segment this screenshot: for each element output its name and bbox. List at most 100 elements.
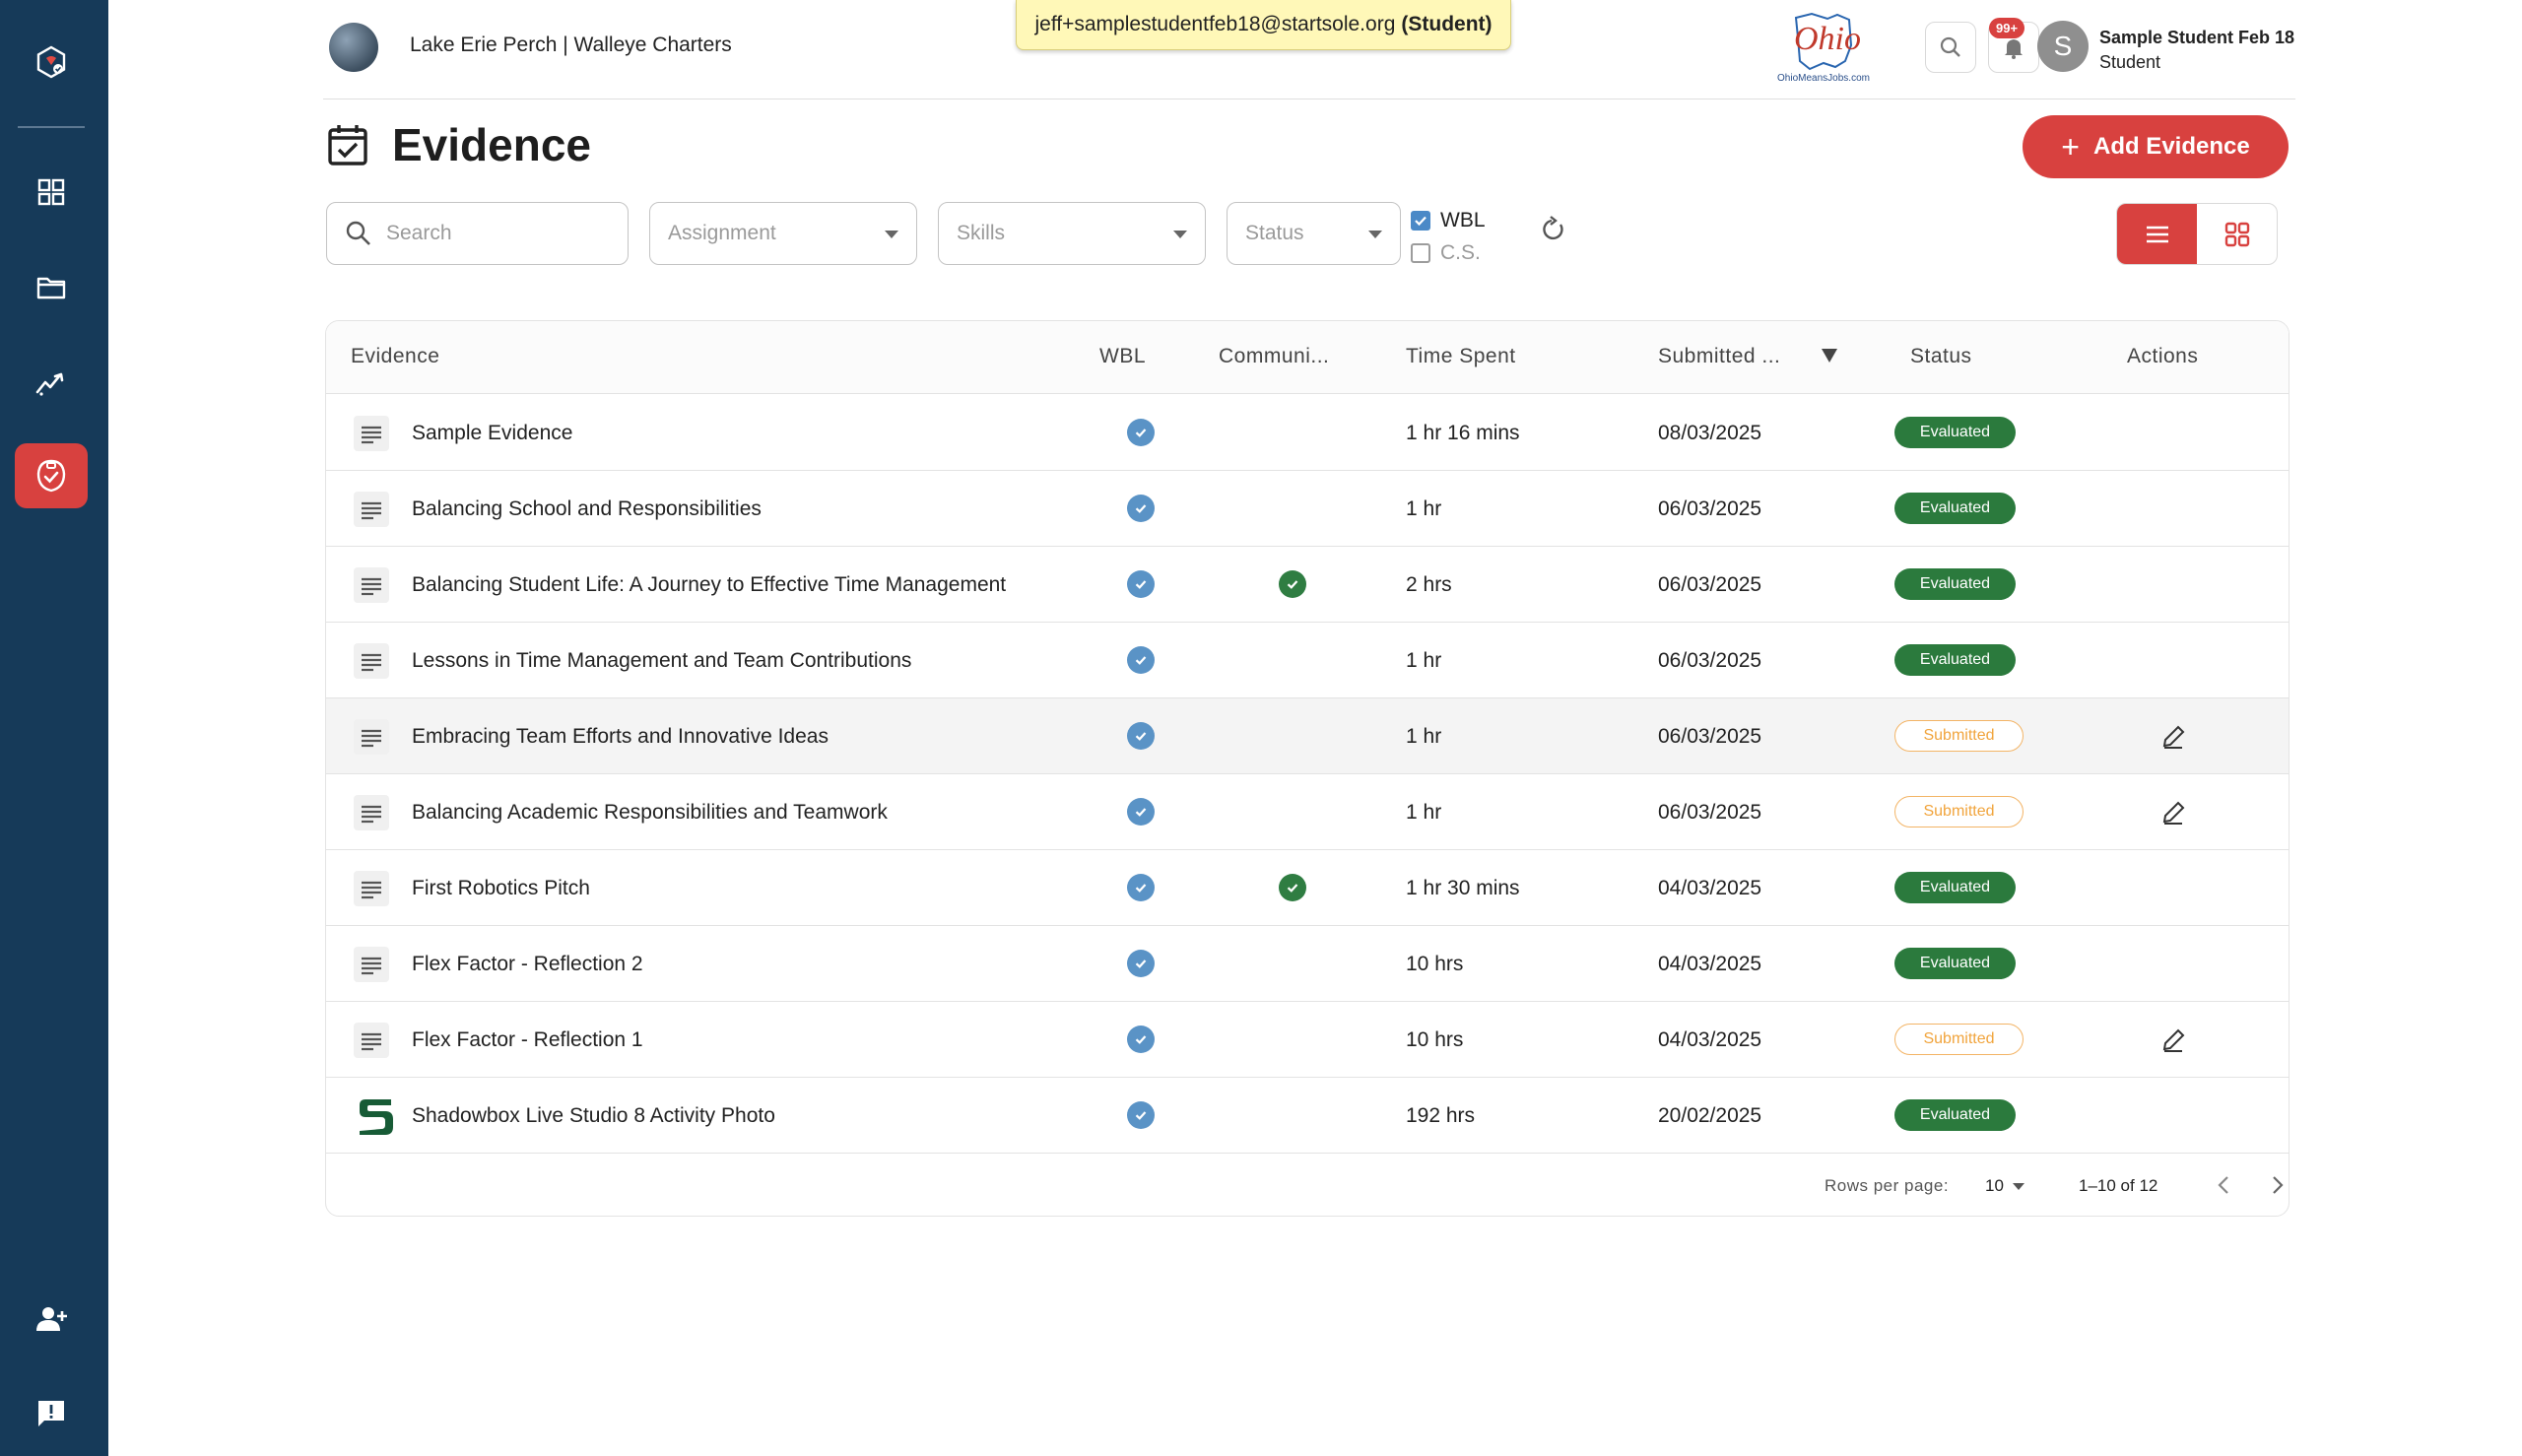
sidebar-divider — [18, 126, 85, 128]
list-view-button[interactable] — [2117, 204, 2197, 264]
prev-page-icon[interactable] — [2212, 1172, 2237, 1198]
user-name[interactable]: Sample Student Feb 18 — [2099, 28, 2294, 48]
table-row[interactable]: Balancing Student Life: A Journey to Eff… — [326, 547, 2289, 623]
table-row[interactable]: Flex Factor - Reflection 1 10 hrs 04/03/20… — [326, 1002, 2289, 1078]
wbl-check-icon — [1127, 874, 1155, 901]
time-spent: 10 hrs — [1406, 953, 1464, 975]
user-role: Student — [2099, 52, 2161, 72]
impersonation-email: jeff+samplestudentfeb18@startsole.org — [1034, 13, 1396, 35]
ohio-means-jobs-logo: Ohio OhioMeansJobs.com — [1766, 10, 1881, 85]
community-check-icon — [1279, 570, 1306, 598]
document-icon — [354, 643, 389, 679]
cs-filter[interactable]: C.S. — [1411, 241, 1481, 265]
col-community[interactable]: Communi... — [1219, 345, 1329, 368]
home-logo-icon[interactable] — [15, 30, 88, 95]
chevron-down-icon[interactable] — [2013, 1183, 2024, 1190]
cs-checkbox[interactable] — [1411, 243, 1430, 263]
user-avatar[interactable]: S — [2037, 21, 2089, 72]
submitted-date: 04/03/2025 — [1658, 953, 1762, 975]
evidence-icon[interactable] — [15, 443, 88, 508]
add-evidence-button[interactable]: + Add Evidence — [2023, 115, 2289, 178]
assignment-select[interactable]: Assignment — [649, 202, 917, 265]
feedback-icon[interactable] — [15, 1381, 88, 1446]
status-badge: Evaluated — [1894, 417, 2016, 448]
col-evidence[interactable]: Evidence — [351, 345, 439, 368]
evidence-title[interactable]: First Robotics Pitch — [412, 877, 590, 900]
reset-filters-icon[interactable] — [1539, 214, 1568, 243]
table-row[interactable]: Balancing School and Responsibilities 1 h… — [326, 471, 2289, 547]
ohio-logo-subtext: OhioMeansJobs.com — [1777, 73, 1870, 84]
status-select[interactable]: Status — [1227, 202, 1401, 265]
status-badge: Submitted — [1894, 796, 2024, 827]
org-avatar[interactable] — [329, 23, 378, 72]
evidence-title[interactable]: Sample Evidence — [412, 422, 572, 445]
status-badge: Evaluated — [1894, 1099, 2016, 1131]
submitted-date: 06/03/2025 — [1658, 497, 1762, 520]
folder-icon[interactable] — [15, 255, 88, 320]
time-spent: 2 hrs — [1406, 573, 1452, 596]
status-badge: Evaluated — [1894, 568, 2016, 600]
chevron-down-icon — [1173, 231, 1187, 238]
time-spent: 1 hr — [1406, 649, 1442, 672]
header-search-button[interactable] — [1925, 22, 1976, 73]
pagination-range: 1–10 of 12 — [2079, 1176, 2158, 1195]
col-time-spent[interactable]: Time Spent — [1406, 345, 1516, 368]
col-status[interactable]: Status — [1910, 345, 1972, 368]
evidence-title[interactable]: Balancing Academic Responsibilities and … — [412, 801, 888, 825]
edit-icon[interactable] — [2158, 1026, 2188, 1055]
chevron-down-icon — [1368, 231, 1382, 238]
document-icon — [354, 719, 389, 755]
search-input[interactable]: Search — [326, 202, 629, 265]
dashboard-icon[interactable] — [15, 160, 88, 225]
analytics-icon[interactable] — [15, 350, 88, 415]
rows-per-page-select[interactable]: 10 — [1985, 1176, 2004, 1196]
search-placeholder: Search — [386, 222, 452, 244]
col-wbl[interactable]: WBL — [1099, 345, 1146, 368]
time-spent: 1 hr — [1406, 725, 1442, 748]
wbl-check-icon — [1127, 570, 1155, 598]
evidence-title[interactable]: Flex Factor - Reflection 2 — [412, 953, 643, 976]
table-row[interactable]: Embracing Team Efforts and Innovative Id… — [326, 698, 2289, 774]
submitted-date: 04/03/2025 — [1658, 877, 1762, 899]
edit-icon[interactable] — [2158, 798, 2188, 827]
plus-icon: + — [2061, 129, 2080, 165]
wbl-checkbox[interactable] — [1411, 211, 1430, 231]
table-row[interactable]: Lessons in Time Management and Team Cont… — [326, 623, 2289, 698]
notification-badge: 99+ — [1989, 18, 2025, 38]
evidence-title[interactable]: Embracing Team Efforts and Innovative Id… — [412, 725, 829, 749]
skills-select[interactable]: Skills — [938, 202, 1206, 265]
time-spent: 1 hr — [1406, 801, 1442, 824]
col-submitted[interactable]: Submitted ... — [1658, 345, 1780, 368]
community-check-icon — [1279, 874, 1306, 901]
edit-icon[interactable] — [2158, 722, 2188, 752]
evidence-title[interactable]: Shadowbox Live Studio 8 Activity Photo — [412, 1104, 775, 1128]
status-badge: Evaluated — [1894, 872, 2016, 903]
wbl-label: WBL — [1440, 209, 1486, 232]
wbl-check-icon — [1127, 646, 1155, 674]
search-icon — [346, 221, 370, 245]
evidence-table: Evidence WBL Communi... Time Spent Submi… — [325, 320, 2290, 1217]
submitted-date: 20/02/2025 — [1658, 1104, 1762, 1127]
evidence-title[interactable]: Balancing Student Life: A Journey to Eff… — [412, 573, 1006, 597]
wbl-check-icon — [1127, 1026, 1155, 1053]
wbl-check-icon — [1127, 722, 1155, 750]
table-row[interactable]: Flex Factor - Reflection 2 10 hrs 04/03/20… — [326, 926, 2289, 1002]
evidence-title[interactable]: Balancing School and Responsibilities — [412, 497, 762, 521]
table-row[interactable]: First Robotics Pitch 1 hr 30 mins 04/03/20… — [326, 850, 2289, 926]
grid-view-button[interactable] — [2197, 204, 2277, 264]
table-row[interactable]: Sample Evidence 1 hr 16 mins 08/03/2025 Eva… — [326, 395, 2289, 471]
sort-desc-icon[interactable] — [1822, 349, 1837, 363]
org-name[interactable]: Lake Erie Perch | Walleye Charters — [410, 33, 732, 57]
status-badge: Evaluated — [1894, 644, 2016, 676]
next-page-icon[interactable] — [2264, 1172, 2290, 1198]
status-placeholder: Status — [1245, 222, 1304, 244]
document-icon — [354, 567, 389, 603]
evidence-title[interactable]: Flex Factor - Reflection 1 — [412, 1028, 643, 1052]
table-row[interactable]: Shadowbox Live Studio 8 Activity Photo 19… — [326, 1078, 2289, 1154]
evidence-title[interactable]: Lessons in Time Management and Team Cont… — [412, 649, 911, 673]
wbl-check-icon — [1127, 1101, 1155, 1129]
add-user-icon[interactable] — [15, 1287, 88, 1352]
table-row[interactable]: Balancing Academic Responsibilities and … — [326, 774, 2289, 850]
wbl-filter[interactable]: WBL — [1411, 209, 1486, 232]
document-icon — [354, 492, 389, 527]
